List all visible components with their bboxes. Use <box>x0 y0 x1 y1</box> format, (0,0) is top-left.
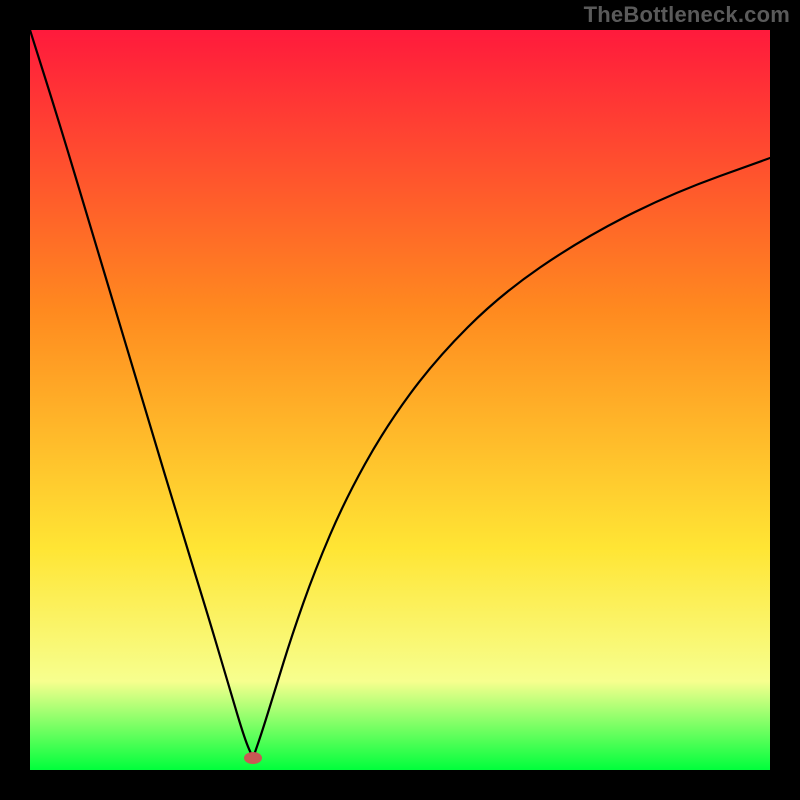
chart-frame: TheBottleneck.com <box>0 0 800 800</box>
watermark-text: TheBottleneck.com <box>584 2 790 28</box>
minimum-marker <box>244 752 262 764</box>
gradient-background <box>30 30 770 770</box>
chart-svg <box>30 30 770 770</box>
plot-area <box>30 30 770 770</box>
